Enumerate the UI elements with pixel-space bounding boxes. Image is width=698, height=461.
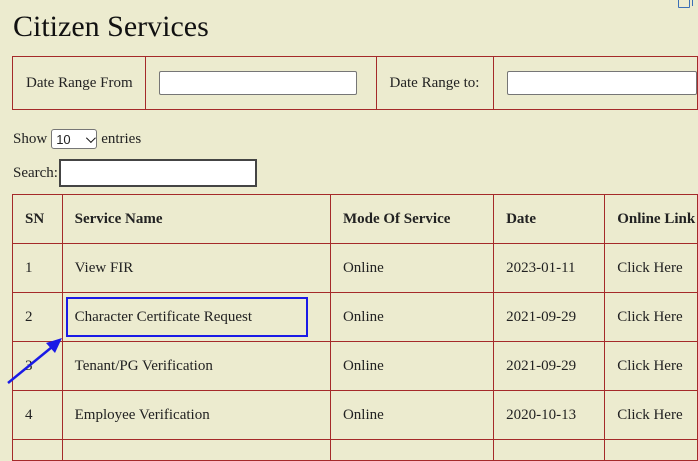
table-header-row: SN Service Name Mode Of Service Date Onl…	[12, 194, 698, 244]
date-to-label: Date Range to:	[375, 56, 494, 110]
table-row-partial	[12, 439, 698, 461]
entries-label: entries	[101, 130, 142, 147]
table-row: 1 View FIR Online 2023-01-11 Click Here	[12, 243, 698, 293]
cell-date: 2021-09-29	[493, 341, 606, 391]
cell-date: 2020-10-13	[493, 390, 606, 440]
cell-online-link[interactable]: Click Here	[604, 292, 698, 342]
date-range-filter: Date Range From Date Range to:	[11, 56, 698, 110]
cell-date: 2021-09-29	[493, 292, 606, 342]
column-header-date[interactable]: Date	[493, 194, 606, 244]
cell-online-link[interactable]: Click Here	[604, 243, 698, 293]
table-row: 4 Employee Verification Online 2020-10-1…	[12, 390, 698, 440]
column-header-service-name[interactable]: Service Name	[61, 194, 331, 244]
date-from-label: Date Range From	[11, 56, 147, 110]
cell-mode: Online	[329, 292, 495, 342]
entries-select-value: 10	[56, 131, 71, 147]
entries-select[interactable]: 10	[51, 129, 98, 149]
cell-mode: Online	[329, 390, 495, 440]
cell-sn: 4	[12, 390, 63, 440]
show-label: Show	[13, 130, 48, 147]
cell-online-link[interactable]: Click Here	[604, 390, 698, 440]
search-label: Search:	[13, 164, 58, 181]
cell-date: 2023-01-11	[493, 243, 606, 293]
cell-mode: Online	[329, 243, 495, 293]
cell-online-link[interactable]: Click Here	[604, 341, 698, 391]
column-header-sn[interactable]: SN	[12, 194, 63, 244]
external-window-icon[interactable]	[678, 0, 690, 8]
external-window-icon-partial	[692, 0, 698, 6]
date-from-input[interactable]	[159, 71, 358, 95]
cell-sn: 3	[12, 341, 63, 391]
cell-service-name: View FIR	[61, 243, 331, 293]
cell-sn: 2	[12, 292, 63, 342]
chevron-down-icon	[86, 132, 97, 143]
entries-length-control: Show 10 entries	[13, 129, 141, 149]
column-header-online-link[interactable]: Online Link	[604, 194, 698, 244]
cell-service-name: Tenant/PG Verification	[61, 341, 331, 391]
cell-service-name: Employee Verification	[61, 390, 331, 440]
cell-sn: 1	[12, 243, 63, 293]
page-title: Citizen Services	[13, 10, 209, 43]
search-input[interactable]	[58, 159, 257, 187]
cell-mode: Online	[329, 341, 495, 391]
table-row: 2 Character Certificate Request Online 2…	[12, 292, 698, 342]
table-row: 3 Tenant/PG Verification Online 2021-09-…	[12, 341, 698, 391]
cell-service-name: Character Certificate Request	[61, 292, 331, 342]
column-header-mode[interactable]: Mode Of Service	[329, 194, 495, 244]
date-to-input[interactable]	[506, 71, 697, 95]
services-table: SN Service Name Mode Of Service Date Onl…	[12, 194, 698, 461]
search-control: Search:	[13, 159, 257, 187]
